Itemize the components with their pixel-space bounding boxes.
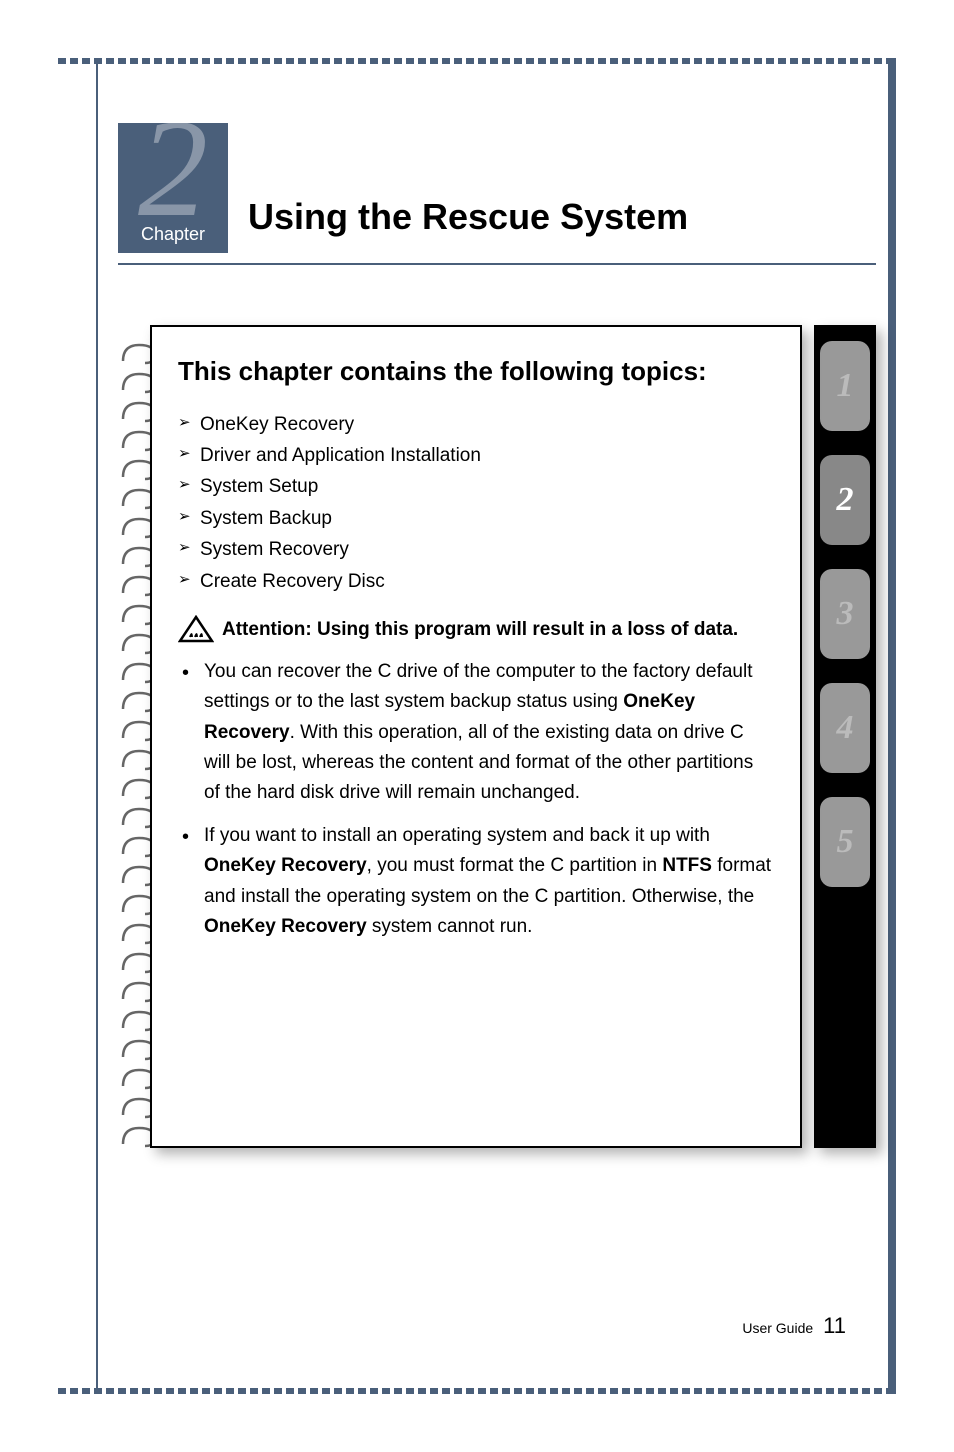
- attention-row: Attention: Using this program will resul…: [178, 613, 774, 643]
- chapter-tab-4[interactable]: 4: [820, 683, 870, 773]
- chapter-tab-1[interactable]: 1: [820, 341, 870, 431]
- right-border-solid: [888, 58, 896, 1394]
- chapter-title: Using the Rescue System: [248, 196, 688, 253]
- bullet-item: You can recover the C drive of the compu…: [178, 657, 774, 809]
- bottom-border-dashed: [58, 1388, 896, 1394]
- chapter-tab-2[interactable]: 2: [820, 455, 870, 545]
- title-underline: [118, 263, 876, 265]
- left-border-line: [96, 58, 98, 1394]
- chapter-header: 2 Chapter Using the Rescue System: [118, 123, 876, 253]
- chapter-tab-3[interactable]: 3: [820, 569, 870, 659]
- tabs-column: 1 2 3 4 5: [814, 325, 876, 1148]
- chapter-label: Chapter: [141, 224, 205, 245]
- footer-label: User Guide: [742, 1320, 813, 1336]
- topics-heading: This chapter contains the following topi…: [178, 355, 774, 389]
- topic-item: System Backup: [178, 503, 774, 534]
- topics-box: This chapter contains the following topi…: [150, 325, 802, 1148]
- bullet-list: You can recover the C drive of the compu…: [178, 657, 774, 943]
- attention-icon: [178, 615, 214, 643]
- topic-item: System Setup: [178, 471, 774, 502]
- footer: User Guide 11: [742, 1313, 846, 1339]
- chapter-badge: 2 Chapter: [118, 123, 228, 253]
- top-border-dashed: [58, 58, 896, 64]
- topic-item: Driver and Application Installation: [178, 440, 774, 471]
- topics-list: OneKey RecoveryDriver and Application In…: [178, 409, 774, 597]
- chapter-tab-5[interactable]: 5: [820, 797, 870, 887]
- footer-page: 11: [823, 1313, 846, 1339]
- topic-item: OneKey Recovery: [178, 409, 774, 440]
- topic-item: Create Recovery Disc: [178, 566, 774, 597]
- attention-text: Attention: Using this program will resul…: [222, 613, 738, 643]
- bullet-item: If you want to install an operating syst…: [178, 821, 774, 943]
- topic-item: System Recovery: [178, 534, 774, 565]
